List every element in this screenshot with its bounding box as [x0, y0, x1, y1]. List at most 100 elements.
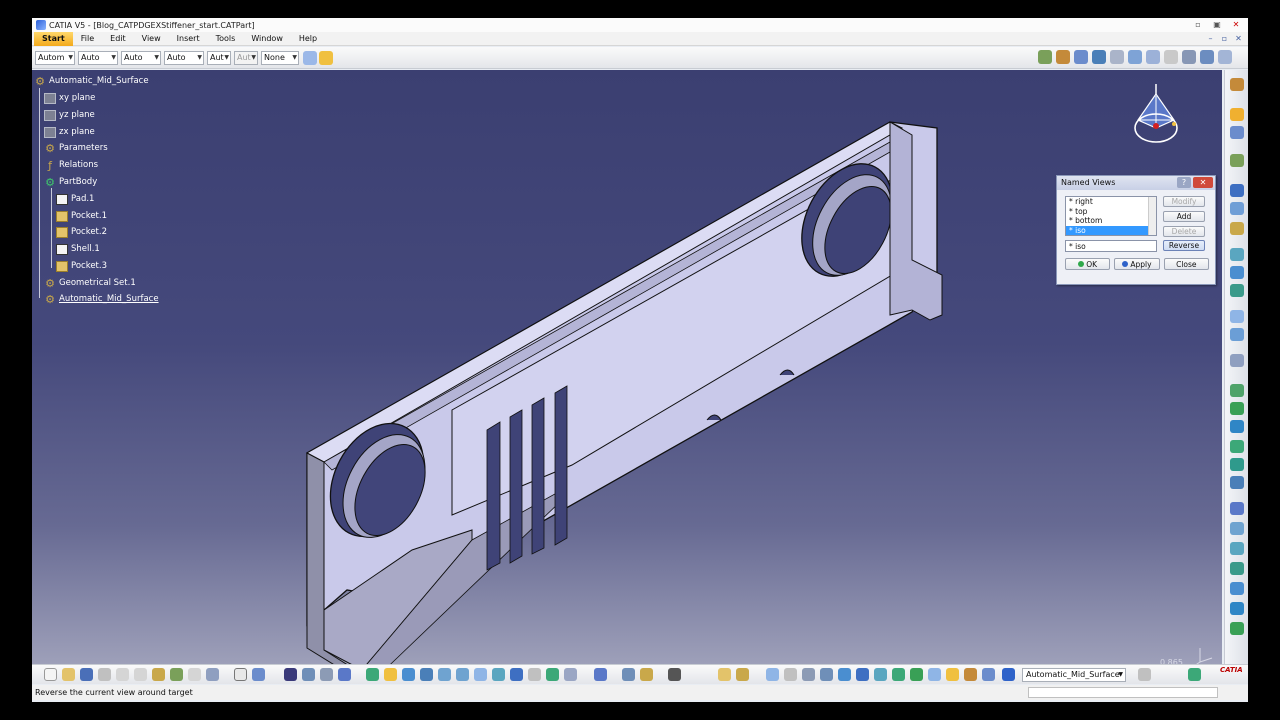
measure-icon[interactable]: [1074, 50, 1088, 64]
copy-icon[interactable]: [134, 668, 147, 681]
sweep-tool-icon[interactable]: [1230, 284, 1244, 297]
fly-mode-icon[interactable]: [366, 668, 379, 681]
extrapolate-icon[interactable]: [1230, 622, 1244, 635]
view-item-iso[interactable]: * iso: [1066, 225, 1156, 235]
axis-system-icon[interactable]: [802, 668, 815, 681]
tree-node-geometrical-set-1[interactable]: ⚙ Geometrical Set.1: [44, 276, 136, 290]
add-button[interactable]: Add: [1163, 211, 1205, 222]
swap-space-icon[interactable]: [546, 668, 559, 681]
modify-button[interactable]: Modify: [1163, 196, 1205, 207]
define-in-work-object-icon[interactable]: [1002, 668, 1015, 681]
table-icon[interactable]: [284, 668, 297, 681]
gear-icon[interactable]: [1038, 50, 1052, 64]
print-icon[interactable]: [98, 668, 111, 681]
join-icon[interactable]: [1230, 384, 1244, 397]
tree-node-yz-plane[interactable]: yz plane: [44, 108, 95, 122]
snap-icon[interactable]: [1182, 50, 1196, 64]
circle-icon[interactable]: [1230, 310, 1244, 323]
menu-help[interactable]: Help: [291, 32, 325, 46]
menu-view[interactable]: View: [134, 32, 169, 46]
search-icon[interactable]: [946, 668, 959, 681]
undo-icon[interactable]: [170, 668, 183, 681]
point-symbol-combo[interactable]: Aut ▼: [207, 50, 231, 65]
view-item-top[interactable]: * top: [1066, 207, 1156, 217]
publish-icon[interactable]: [718, 668, 731, 681]
grid-icon[interactable]: [1164, 50, 1178, 64]
list-scrollbar[interactable]: [1148, 197, 1156, 235]
view-item-right[interactable]: * right: [1066, 197, 1156, 207]
surface-icon[interactable]: [892, 668, 905, 681]
refresh-icon[interactable]: [1188, 668, 1201, 681]
apply-button[interactable]: Apply: [1114, 258, 1160, 270]
tree-node-automatic-mid-surface[interactable]: ⚙ Automatic_Mid_Surface: [44, 292, 159, 306]
update-icon[interactable]: [640, 668, 653, 681]
minimize-button[interactable]: ▫: [1190, 19, 1206, 30]
tree-node-pocket-3[interactable]: Pocket.3: [56, 259, 107, 273]
tree-node-partbody[interactable]: ⚙ PartBody: [44, 175, 97, 189]
formula-icon[interactable]: [234, 668, 247, 681]
constraint-icon[interactable]: [1200, 50, 1214, 64]
command-input[interactable]: [1028, 687, 1218, 698]
window-icon[interactable]: [1138, 668, 1151, 681]
sketch-icon[interactable]: [1230, 126, 1244, 139]
plane-tool-icon[interactable]: [1230, 202, 1244, 215]
filter-icon[interactable]: [964, 668, 977, 681]
group-icon[interactable]: [320, 668, 333, 681]
compass-tool-icon[interactable]: [784, 668, 797, 681]
redo-icon[interactable]: [188, 668, 201, 681]
tree-node-relations[interactable]: ƒ Relations: [44, 158, 98, 172]
menu-start[interactable]: Start: [34, 31, 73, 46]
menu-window[interactable]: Window: [243, 32, 291, 46]
catalog-icon[interactable]: [302, 668, 315, 681]
dialog-close-x-button[interactable]: ✕: [1193, 177, 1213, 188]
reverse-button[interactable]: Reverse: [1163, 240, 1205, 251]
ok-button[interactable]: OK: [1065, 258, 1111, 270]
menu-edit[interactable]: Edit: [102, 32, 134, 46]
wireframe-icon[interactable]: [874, 668, 887, 681]
fit-all-icon[interactable]: [384, 668, 397, 681]
tree-node-shell-1[interactable]: Shell.1: [56, 242, 100, 256]
workbench-icon[interactable]: [1230, 78, 1244, 91]
translate-icon[interactable]: [1230, 502, 1244, 515]
measure-tool-icon[interactable]: [338, 668, 351, 681]
doc-close-button[interactable]: ✕: [1233, 33, 1244, 44]
layer-combo[interactable]: None ▼: [261, 50, 299, 65]
tree-node-pocket-2[interactable]: Pocket.2: [56, 225, 107, 239]
help-button[interactable]: ?: [1177, 177, 1191, 188]
linetype-combo[interactable]: Auto ▼: [164, 50, 204, 65]
paste-icon[interactable]: [152, 668, 165, 681]
properties-wand-icon[interactable]: [319, 50, 333, 65]
extract-icon[interactable]: [1230, 476, 1244, 489]
scaling-icon[interactable]: [1230, 562, 1244, 575]
point-icon[interactable]: [1230, 154, 1244, 167]
menu-insert[interactable]: Insert: [169, 32, 208, 46]
sheetmetal-icon[interactable]: [1092, 50, 1106, 64]
zoom-in-icon[interactable]: [438, 668, 451, 681]
construction-icon[interactable]: [856, 668, 869, 681]
tree-node-zx-plane[interactable]: zx plane: [44, 125, 95, 139]
tools-icon[interactable]: [1218, 50, 1232, 64]
transparency-combo[interactable]: Auto ▼: [78, 50, 118, 65]
3d-viewport[interactable]: ⚙ Automatic_Mid_Surface xy plane yz plan…: [32, 70, 1222, 678]
spline-icon[interactable]: [1230, 328, 1244, 341]
menu-file[interactable]: File: [73, 32, 102, 46]
affinity-icon[interactable]: [1230, 582, 1244, 595]
tree-node-xy-plane[interactable]: xy plane: [44, 91, 95, 105]
shading-icon[interactable]: [510, 668, 523, 681]
tree-node-pocket-1[interactable]: Pocket.1: [56, 209, 107, 223]
view-name-field[interactable]: * iso: [1065, 240, 1157, 252]
rotate-icon[interactable]: [1230, 522, 1244, 535]
boundary-icon[interactable]: [1230, 458, 1244, 471]
close-window-button[interactable]: ✕: [1228, 19, 1244, 30]
projection-icon[interactable]: [1230, 222, 1244, 235]
whats-this-icon[interactable]: [206, 668, 219, 681]
axis-to-axis-icon[interactable]: [1230, 602, 1244, 615]
sweep-icon[interactable]: [1128, 50, 1142, 64]
line-icon[interactable]: [1230, 184, 1244, 197]
current-geometrical-set-combo[interactable]: Automatic_Mid_Surface ▼: [1022, 668, 1126, 682]
cut-icon[interactable]: [116, 668, 129, 681]
save-icon[interactable]: [80, 668, 93, 681]
maximize-button[interactable]: ▣: [1209, 19, 1225, 30]
normal-view-icon[interactable]: [474, 668, 487, 681]
healing-icon[interactable]: [1230, 402, 1244, 415]
